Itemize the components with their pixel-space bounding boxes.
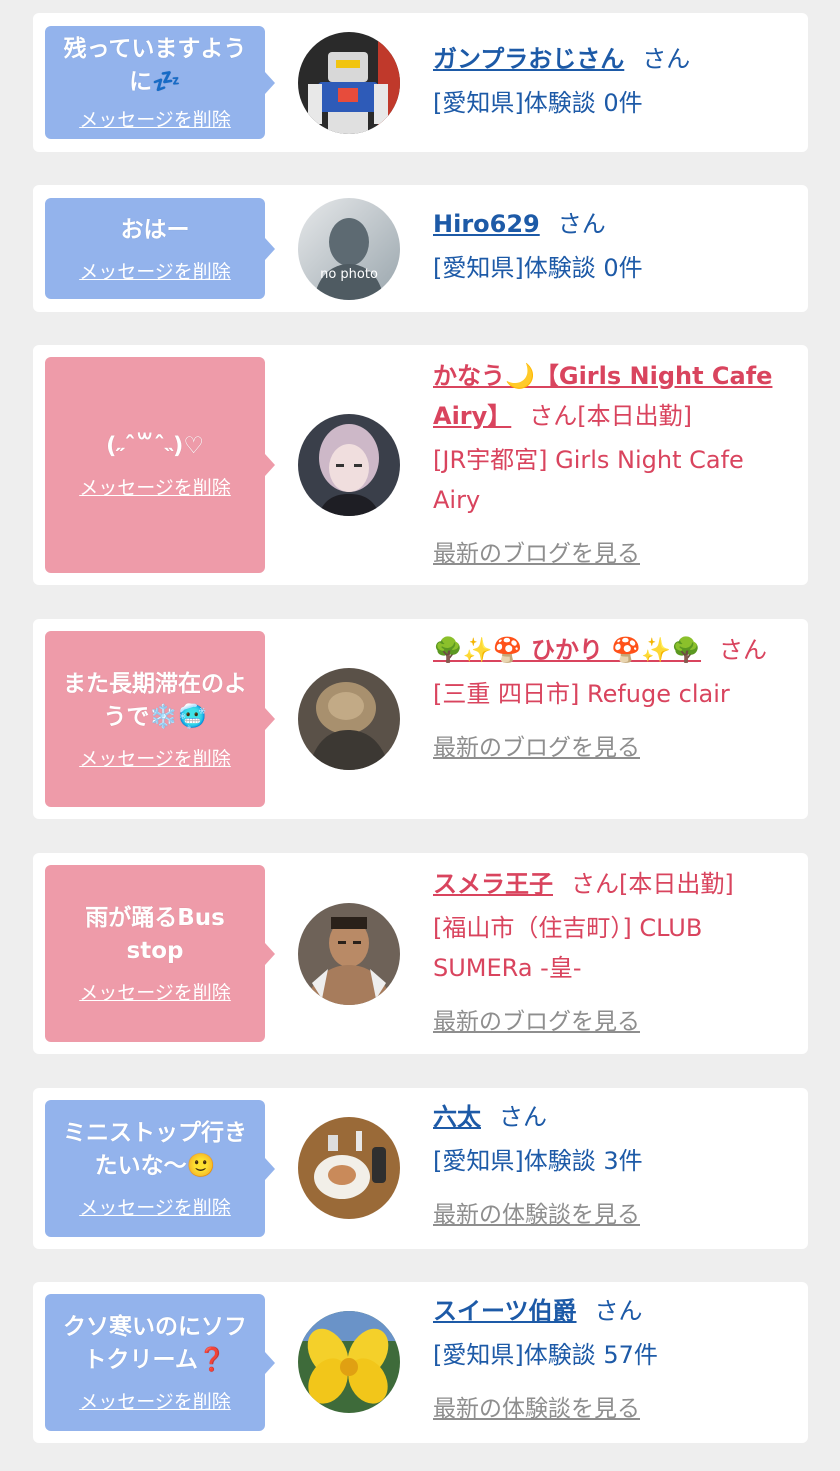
message-card: 雨が踊るBus stop メッセージを削除 スメラ王子 さん[本日出勤] [福山市…: [33, 853, 808, 1054]
latest-review-link[interactable]: 最新の体験談を見る: [433, 1195, 640, 1235]
user-name-link[interactable]: ガンプラおじさん: [433, 45, 624, 73]
latest-blog-link[interactable]: 最新のブログを見る: [433, 534, 640, 574]
latest-blog-link[interactable]: 最新のブログを見る: [433, 728, 640, 768]
message-bubble: おはー メッセージを削除: [45, 198, 275, 299]
user-info: 六太 さん [愛知県]体験談 3件 最新の体験談を見る: [433, 1097, 790, 1235]
latest-review-link[interactable]: 最新の体験談を見る: [433, 1389, 640, 1429]
delete-message-link[interactable]: メッセージを削除: [79, 1387, 231, 1414]
user-name-link[interactable]: Hiro629: [433, 210, 540, 238]
user-name-link[interactable]: 六太: [433, 1103, 481, 1131]
delete-message-link[interactable]: メッセージを削除: [79, 257, 231, 284]
latest-blog-link[interactable]: 最新のブログを見る: [433, 1002, 640, 1042]
message-bubble: (˶ˆ꒳ˆ˵)♡ メッセージを削除: [45, 357, 275, 573]
user-location: [福山市（住吉町）] CLUB SUMERa -皇-: [433, 914, 703, 982]
message-text: ミニストップ行きたいな〜🙂: [63, 1120, 247, 1179]
user-name-link[interactable]: 🌳✨🍄 ひかり 🍄✨🌳: [433, 636, 701, 664]
delete-message-link[interactable]: メッセージを削除: [79, 1193, 231, 1220]
message-text: 雨が踊るBus stop: [85, 905, 225, 964]
user-location: [愛知県]体験談 57件: [433, 1341, 658, 1369]
avatar[interactable]: [298, 414, 400, 516]
user-info: Hiro629 さん [愛知県]体験談 0件: [433, 204, 790, 288]
avatar[interactable]: [298, 32, 400, 134]
delete-message-link[interactable]: メッセージを削除: [79, 473, 231, 500]
avatar[interactable]: no photo: [298, 198, 400, 300]
avatar-placeholder-text: no photo: [320, 267, 378, 282]
user-info: 🌳✨🍄 ひかり 🍄✨🌳 さん [三重 四日市] Refuge clair 最新のブ…: [433, 630, 790, 768]
delete-message-link[interactable]: メッセージを削除: [79, 105, 231, 132]
user-name-link[interactable]: スメラ王子: [433, 870, 553, 898]
message-card: おはー メッセージを削除 no photo Hiro629 さん [愛知県]体験…: [33, 185, 808, 312]
message-bubble: 雨が踊るBus stop メッセージを削除: [45, 865, 275, 1042]
user-info: かなう🌙【Girls Night Cafe Airy】 さん[本日出勤] [JR宇…: [433, 356, 790, 574]
message-list: 残っていますように💤 メッセージを削除 ガンプラおじさん さん [愛知県]体験談 …: [0, 0, 840, 1471]
user-info: スメラ王子 さん[本日出勤] [福山市（住吉町）] CLUB SUMERa -皇-…: [433, 864, 790, 1042]
user-location: [愛知県]体験談 0件: [433, 89, 643, 117]
name-suffix: さん: [594, 1297, 643, 1325]
name-suffix: さん[本日出勤]: [571, 870, 734, 898]
message-bubble: ミニストップ行きたいな〜🙂 メッセージを削除: [45, 1100, 275, 1237]
message-card: クソ寒いのにソフトクリーム❓ メッセージを削除 スイーツ伯爵 さん [愛知県]体験…: [33, 1282, 808, 1443]
message-bubble: クソ寒いのにソフトクリーム❓ メッセージを削除: [45, 1294, 275, 1431]
avatar[interactable]: [298, 903, 400, 1005]
user-info: スイーツ伯爵 さん [愛知県]体験談 57件 最新の体験談を見る: [433, 1291, 790, 1429]
user-location: [愛知県]体験談 0件: [433, 254, 643, 282]
message-card: 残っていますように💤 メッセージを削除 ガンプラおじさん さん [愛知県]体験談 …: [33, 13, 808, 152]
user-info: ガンプラおじさん さん [愛知県]体験談 0件: [433, 39, 790, 123]
user-location: [三重 四日市] Refuge clair: [433, 680, 730, 708]
name-suffix: さん: [557, 210, 606, 238]
message-text: (˶ˆ꒳ˆ˵)♡: [106, 433, 204, 459]
user-location: [JR宇都宮] Girls Night Cafe Airy: [433, 446, 744, 514]
name-suffix: さん: [719, 636, 768, 664]
message-text: おはー: [120, 216, 190, 243]
message-card: (˶ˆ꒳ˆ˵)♡ メッセージを削除 かなう🌙【Girls Night Cafe …: [33, 345, 808, 585]
delete-message-link[interactable]: メッセージを削除: [79, 744, 231, 771]
message-text: クソ寒いのにソフトクリーム❓: [63, 1314, 247, 1373]
message-text: また長期滞在のようで❄️🥶: [63, 670, 247, 730]
message-text: 残っていますように💤: [63, 36, 247, 95]
message-bubble: また長期滞在のようで❄️🥶 メッセージを削除: [45, 631, 275, 807]
avatar[interactable]: [298, 668, 400, 770]
user-location: [愛知県]体験談 3件: [433, 1147, 643, 1175]
name-suffix: さん: [499, 1103, 547, 1131]
message-bubble: 残っていますように💤 メッセージを削除: [45, 26, 275, 139]
delete-message-link[interactable]: メッセージを削除: [79, 978, 231, 1005]
message-card: ミニストップ行きたいな〜🙂 メッセージを削除 六太 さん [愛知県]体験談 3件 …: [33, 1088, 808, 1249]
name-suffix: さん: [642, 45, 691, 73]
avatar[interactable]: [298, 1311, 400, 1413]
name-suffix: さん[本日出勤]: [529, 402, 693, 430]
user-name-link[interactable]: スイーツ伯爵: [433, 1297, 577, 1325]
message-card: また長期滞在のようで❄️🥶 メッセージを削除 🌳✨🍄 ひかり 🍄✨🌳 さん [三重…: [33, 619, 808, 819]
avatar[interactable]: [298, 1117, 400, 1219]
